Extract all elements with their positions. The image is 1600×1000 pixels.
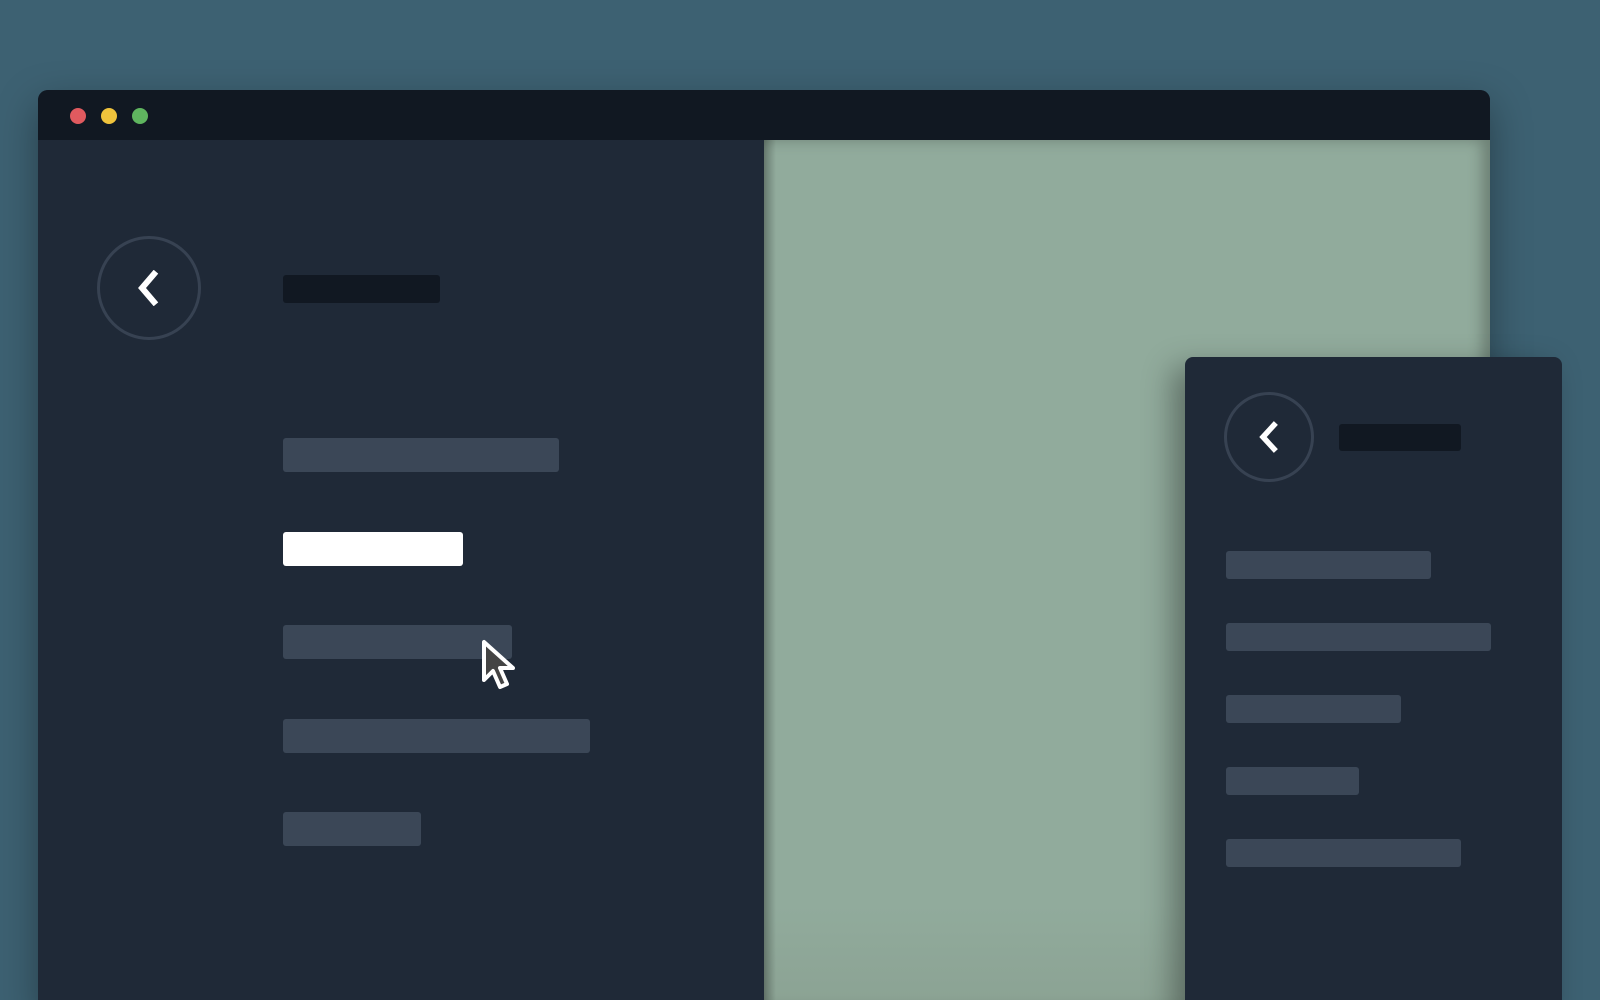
popup-menu-item[interactable]	[1226, 839, 1461, 867]
menu-item[interactable]	[283, 812, 421, 846]
panel-title	[283, 275, 440, 303]
chevron-left-icon	[138, 270, 159, 306]
popup-menu-item[interactable]	[1226, 551, 1431, 579]
popup-panel	[1185, 357, 1562, 1000]
navigation-panel	[38, 140, 764, 1000]
mouse-cursor-icon	[482, 640, 515, 689]
menu-item-active[interactable]	[283, 532, 463, 566]
maximize-window-button[interactable]	[132, 108, 148, 124]
menu-item[interactable]	[283, 438, 559, 472]
title-bar	[38, 90, 1490, 140]
chevron-left-icon	[1259, 421, 1278, 453]
popup-menu-item[interactable]	[1226, 695, 1401, 723]
popup-menu-item[interactable]	[1226, 623, 1491, 651]
back-button[interactable]	[97, 236, 201, 340]
popup-title	[1339, 424, 1461, 451]
minimize-window-button[interactable]	[101, 108, 117, 124]
popup-back-button[interactable]	[1224, 392, 1314, 482]
popup-menu-item[interactable]	[1226, 767, 1359, 795]
menu-item[interactable]	[283, 625, 512, 659]
menu-item[interactable]	[283, 719, 590, 753]
close-window-button[interactable]	[70, 108, 86, 124]
